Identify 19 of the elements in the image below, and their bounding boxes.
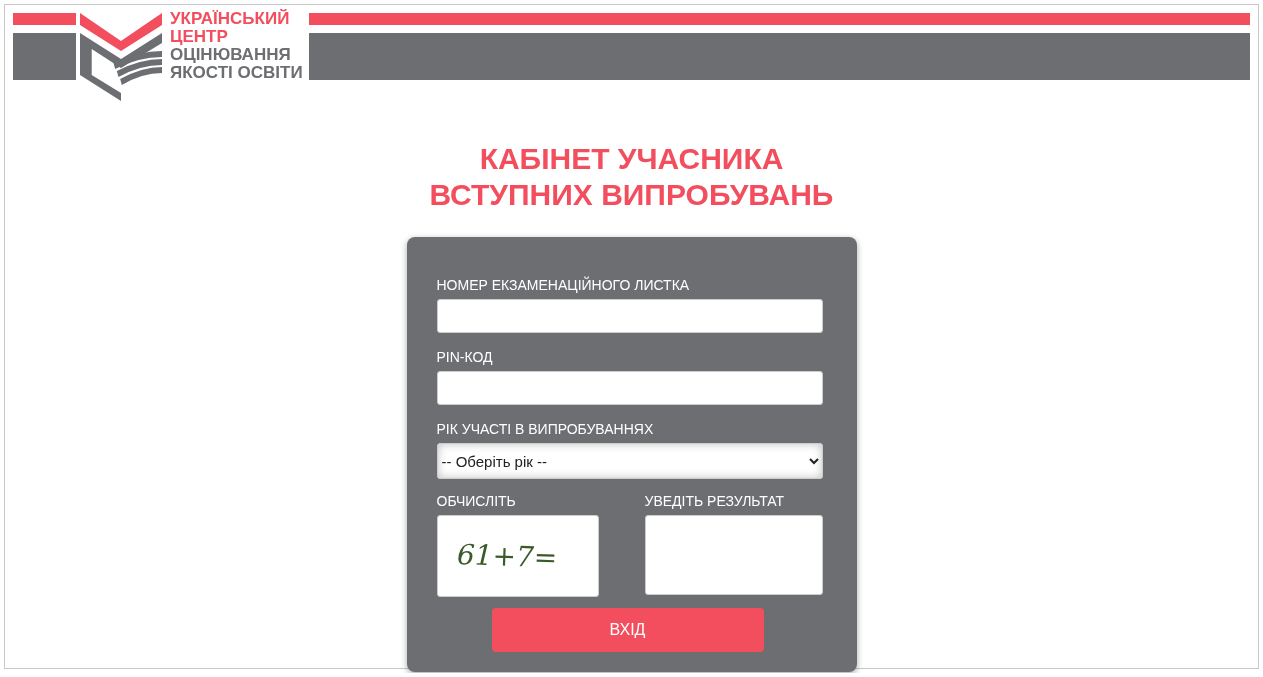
field-label: ОБЧИСЛІТЬ xyxy=(436,493,517,509)
input-field[interactable] xyxy=(436,371,823,405)
field-label: PIN-КОД xyxy=(436,349,494,365)
emblem-icon xyxy=(80,13,162,101)
header-stripe xyxy=(13,13,76,25)
result-field[interactable] xyxy=(644,515,823,595)
page-title: ВСТУПНИХ ВИПРОБУВАНЬ xyxy=(429,177,834,213)
field-label: НОМЕР ЕКЗАМЕНАЦІЙНОГО ЛИСТКА xyxy=(436,277,691,293)
header-band xyxy=(13,33,76,80)
logo-text: ОЦІНЮВАННЯ xyxy=(170,46,292,64)
field-label: РІК УЧАСТІ В ВИПРОБУВАННЯХ xyxy=(436,421,655,437)
year-select[interactable]: -- Оберіть рік -- xyxy=(436,443,823,479)
page-title: КАБІНЕТ УЧАСНИКА xyxy=(479,141,784,177)
logo-text: УКРАЇНСЬКИЙ xyxy=(170,10,291,28)
field-label: УВЕДІТЬ РЕЗУЛЬТАТ xyxy=(644,493,786,509)
logo-text: ЯКОСТІ ОСВІТИ xyxy=(170,64,303,82)
captcha-text: 61+7= xyxy=(456,537,560,575)
input-field[interactable] xyxy=(436,299,823,333)
logo-text: ЦЕНТР xyxy=(170,28,229,46)
